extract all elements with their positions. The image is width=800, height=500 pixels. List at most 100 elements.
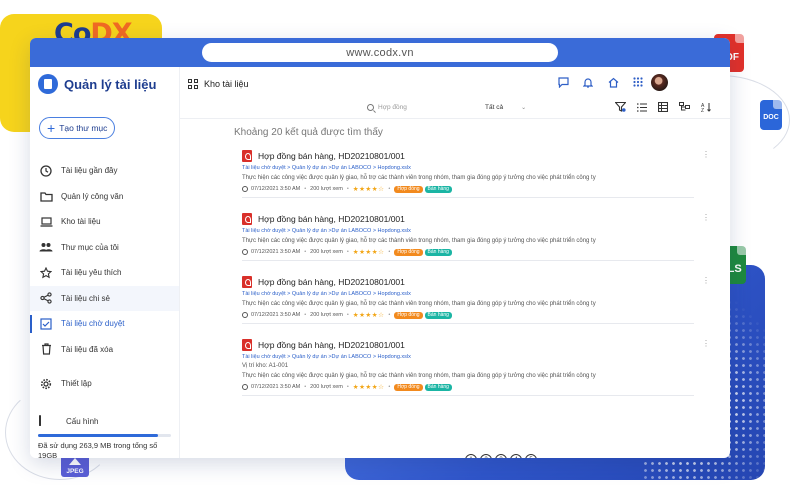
result-views: 200 lượt xem (310, 186, 343, 192)
trash-icon (39, 342, 53, 356)
result-item[interactable]: Hợp đồng bán hàng, HD20210801/001 Tài liệ… (242, 149, 710, 198)
doc-file-icon: DOC (760, 100, 782, 130)
result-meta: 07/12/2021 3:50 AM • 200 lượt xem • ★★★★☆ • Hợ… (242, 382, 694, 392)
sidebar-item-documents-official[interactable]: Quản lý công văn (30, 184, 179, 210)
sidebar-item-pending-approval[interactable]: Tài liệu chờ duyệt (30, 311, 179, 337)
search-input[interactable]: Hợp đồng (367, 104, 407, 111)
result-item[interactable]: Hợp đồng bán hàng, HD20210801/001 Tài liệ… (242, 275, 710, 324)
divider (242, 323, 694, 324)
page-button[interactable]: 1 (465, 454, 477, 458)
bell-icon[interactable] (582, 76, 594, 88)
jpeg-file-icon: JPEG (61, 455, 89, 477)
result-description: Thực hiện các công việc được quản lý gia… (242, 301, 596, 307)
page-button[interactable]: 2 (480, 454, 492, 458)
sidebar-item-favorites[interactable]: Tài liệu yêu thích (30, 260, 179, 286)
sidebar-item-shared[interactable]: Tài liệu chi sẻ (30, 285, 179, 311)
sidebar-item-my-folders[interactable]: Thư mục của tôi (30, 235, 179, 261)
more-options-icon[interactable]: ⋮ (702, 213, 710, 222)
result-views: 200 lượt xem (310, 384, 343, 390)
filter-bar: Hợp đồng Tất cả ⌄ AZ (180, 101, 730, 119)
result-path[interactable]: Tài liệu chờ duyệt > Quản lý dự án >Dự á… (242, 354, 694, 362)
result-date: 07/12/2021 3:50 AM (251, 249, 301, 255)
sidebar-item-repository[interactable]: Kho tài liệu (30, 209, 179, 235)
tag-badge[interactable]: Hợp đồng (394, 383, 423, 391)
tag-badge[interactable]: Bán hàng (424, 383, 452, 391)
result-item[interactable]: Hợp đồng bán hàng, HD20210801/001 Tài liệ… (242, 338, 710, 396)
tag-badge[interactable]: Hợp đồng (394, 311, 423, 319)
result-location: Vị trí kho: A1-001 (242, 363, 289, 369)
filter-icon[interactable] (614, 101, 627, 114)
tag-badge[interactable]: Bán hàng (424, 248, 452, 256)
result-path[interactable]: Tài liệu chờ duyệt > Quản lý dự án >Dự á… (242, 165, 694, 173)
details-view-icon[interactable] (657, 101, 669, 114)
app-header: Quản lý tài liệu (30, 67, 179, 101)
clock-icon (242, 312, 248, 318)
pdf-icon (242, 276, 252, 288)
rating-stars: ★★★★☆ (352, 312, 385, 319)
folder-icon (39, 189, 53, 203)
tag-badge[interactable]: Hợp đồng (394, 185, 423, 193)
next-page-button[interactable]: › (540, 455, 550, 458)
chat-icon[interactable] (557, 76, 569, 88)
divider (242, 260, 694, 261)
result-meta: 07/12/2021 3:50 AM • 200 lượt xem • ★★★★☆ • Hợ… (242, 310, 694, 320)
sidebar-item-recent[interactable]: Tài liệu gần đây (30, 158, 179, 184)
result-title[interactable]: Hợp đồng bán hàng, HD20210801/001 (242, 212, 694, 226)
result-views: 200 lượt xem (310, 249, 343, 255)
storage-panel: Cấu hình Đã sử dụng 263,9 MB trong tổng … (30, 412, 179, 458)
pdf-icon (242, 150, 252, 162)
result-title[interactable]: Hợp đồng bán hàng, HD20210801/001 (242, 338, 694, 352)
result-date: 07/12/2021 3:50 AM (251, 186, 301, 192)
result-item[interactable]: Hợp đồng bán hàng, HD20210801/001 Tài liệ… (242, 212, 710, 261)
search-placeholder: Hợp đồng (378, 104, 407, 111)
page-button[interactable]: 3 (495, 454, 507, 458)
more-options-icon[interactable]: ⋮ (702, 276, 710, 285)
prev-page-button[interactable]: ‹ (452, 455, 462, 458)
tag-badge[interactable]: Bán hàng (424, 311, 452, 319)
rating-stars: ★★★★☆ (352, 249, 385, 256)
plus-icon: + (47, 120, 56, 136)
scope-select[interactable]: Tất cả ⌄ (485, 104, 526, 111)
sort-icon[interactable]: AZ (701, 102, 714, 114)
storage-usage-text: Đã sử dụng 263,9 MB trong tổng số 19GB (38, 441, 158, 458)
tree-view-icon[interactable] (679, 102, 690, 114)
result-title[interactable]: Hợp đồng bán hàng, HD20210801/001 (242, 275, 694, 289)
result-date: 07/12/2021 3:50 AM (251, 312, 301, 318)
page-title: Kho tài liệu (204, 79, 249, 89)
more-options-icon[interactable]: ⋮ (702, 339, 710, 348)
clock-icon (242, 249, 248, 255)
home-icon[interactable] (607, 76, 619, 88)
browser-bar: www.codx.vn (30, 38, 730, 67)
header: Kho tài liệu (180, 67, 730, 101)
svg-text:Z: Z (701, 108, 704, 112)
app-title: Quản lý tài liệu (64, 76, 157, 92)
sidebar-item-deleted[interactable]: Tài liệu đã xóa (30, 337, 179, 363)
list-view-icon[interactable] (637, 102, 647, 114)
sidebar-item-settings[interactable]: Thiết lập (30, 371, 179, 397)
sidebar: Quản lý tài liệu + Tạo thư mục Tài liệu … (30, 67, 180, 458)
result-date: 07/12/2021 3:50 AM (251, 384, 301, 390)
more-options-icon[interactable]: ⋮ (702, 150, 710, 159)
create-folder-button[interactable]: + Tạo thư mục (39, 117, 115, 139)
page-button[interactable]: 5 (525, 454, 537, 458)
tag-badge[interactable]: Hợp đồng (394, 248, 423, 256)
search-icon (367, 104, 374, 111)
result-title[interactable]: Hợp đồng bán hàng, HD20210801/001 (242, 149, 694, 163)
chevron-down-icon: ⌄ (521, 105, 527, 111)
divider (242, 197, 694, 198)
storage-config[interactable]: Cấu hình (30, 412, 179, 430)
url-field[interactable]: www.codx.vn (202, 43, 558, 62)
page-button[interactable]: 4 (510, 454, 522, 458)
people-icon (39, 240, 53, 254)
divider (242, 395, 694, 396)
star-icon (39, 266, 53, 280)
scope-select-value: Tất cả (485, 104, 504, 111)
rating-stars: ★★★★☆ (352, 186, 385, 193)
user-avatar[interactable] (651, 74, 668, 91)
result-path[interactable]: Tài liệu chờ duyệt > Quản lý dự án >Dự á… (242, 228, 694, 236)
tag-badge[interactable]: Bán hàng (424, 185, 452, 193)
apps-grid-icon[interactable] (632, 76, 644, 88)
results-count: Khoảng 20 kết quả được tìm thấy (234, 127, 383, 138)
result-meta: 07/12/2021 3:50 AM • 200 lượt xem • ★★★★☆ • Hợ… (242, 184, 694, 194)
result-path[interactable]: Tài liệu chờ duyệt > Quản lý dự án >Dự á… (242, 291, 694, 299)
